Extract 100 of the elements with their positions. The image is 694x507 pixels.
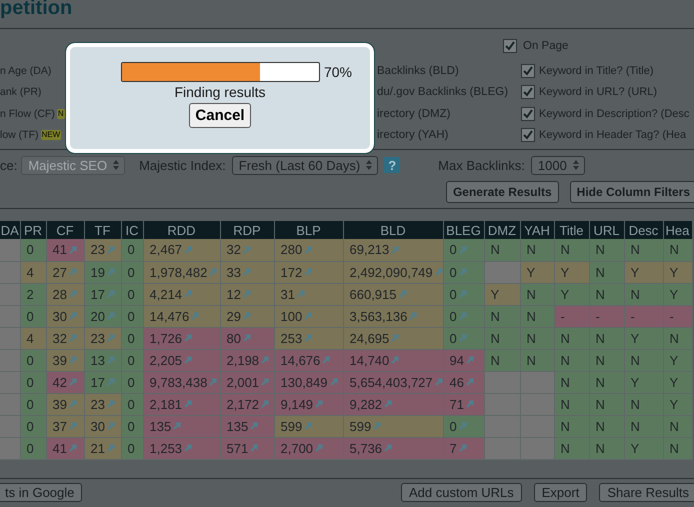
arrow-icon[interactable] [458,444,467,452]
arrow-icon[interactable] [68,334,77,342]
arrow-icon[interactable] [458,246,467,254]
column-header[interactable]: RDP [220,221,274,239]
checkbox[interactable] [521,106,535,121]
cancel-button[interactable]: Cancel [189,103,251,128]
arrow-icon[interactable] [242,246,251,254]
arrow-icon[interactable] [434,268,443,276]
arrow-icon[interactable] [391,246,400,254]
checkbox[interactable] [503,39,517,53]
arrow-icon[interactable] [315,444,324,452]
arrow-icon[interactable] [106,334,115,342]
checkbox[interactable] [521,85,535,100]
arrow-icon[interactable] [398,290,406,298]
arrow-icon[interactable] [242,268,251,276]
arrow-icon[interactable] [384,444,392,452]
arrow-icon[interactable] [173,422,182,430]
arrow-icon[interactable] [391,334,400,342]
help-icon[interactable]: ? [384,157,400,173]
column-header[interactable]: BLP [274,221,343,239]
arrow-icon[interactable] [330,378,338,386]
arrow-icon[interactable] [458,290,467,298]
arrow-icon[interactable] [106,422,115,430]
arrow-icon[interactable] [466,356,474,364]
arrow-icon[interactable] [68,356,77,364]
arrow-icon[interactable] [184,444,192,452]
arrow-icon[interactable] [391,356,400,364]
arrow-icon[interactable] [68,290,77,298]
column-header[interactable]: URL [589,221,624,239]
action-button[interactable]: Export [534,483,588,502]
arrow-icon[interactable] [373,422,382,430]
arrow-icon[interactable] [242,290,251,298]
arrow-icon[interactable] [384,400,392,408]
arrow-icon[interactable] [458,268,467,276]
arrow-icon[interactable] [106,444,115,452]
column-header[interactable]: YAH [520,221,554,239]
checkbox[interactable] [521,64,535,78]
column-header[interactable]: PR [20,221,46,239]
arrow-icon[interactable] [68,400,77,408]
arrow-icon[interactable] [304,246,312,254]
arrow-icon[interactable] [466,400,474,408]
cell-value: 100 [280,308,302,324]
action-button[interactable]: Share Results [599,483,694,502]
arrow-icon[interactable] [184,290,192,298]
arrow-icon[interactable] [106,246,115,254]
arrow-icon[interactable] [242,334,251,342]
column-header[interactable]: CF [46,221,84,239]
arrow-icon[interactable] [106,378,115,386]
column-header[interactable]: Hea [663,221,692,239]
column-header[interactable]: DA [0,221,20,239]
arrow-icon[interactable] [250,444,258,452]
arrow-icon[interactable] [434,378,443,386]
action-button[interactable]: ts in Google [0,483,82,502]
action-button[interactable]: Add custom URLs [401,483,522,502]
arrow-icon[interactable] [296,290,305,298]
action-button[interactable]: Hide Column Filters [570,181,694,203]
arrow-icon[interactable] [184,334,192,342]
column-header[interactable]: BLD [343,221,443,239]
column-header[interactable]: RDD [143,221,220,239]
checkbox[interactable] [521,128,535,142]
arrow-icon[interactable] [106,290,115,298]
arrow-icon[interactable] [68,378,77,386]
arrow-icon[interactable] [458,312,467,320]
arrow-icon[interactable] [68,268,77,276]
arrow-icon[interactable] [106,312,115,320]
action-button[interactable]: Generate Results [446,181,559,203]
arrow-icon[interactable] [68,246,77,254]
arrow-icon[interactable] [209,268,218,276]
arrow-icon[interactable] [261,378,270,386]
arrow-icon[interactable] [209,378,218,386]
column-header[interactable]: BLEG [443,221,484,239]
arrow-icon[interactable] [304,334,312,342]
column-header[interactable]: Desc [624,221,663,239]
arrow-icon[interactable] [68,422,77,430]
column-header[interactable]: IC [121,221,143,239]
arrow-icon[interactable] [68,312,77,320]
arrow-icon[interactable] [106,268,115,276]
arrow-icon[interactable] [466,378,474,386]
arrow-icon[interactable] [191,312,200,320]
arrow-icon[interactable] [184,246,192,254]
arrow-icon[interactable] [304,268,312,276]
arrow-icon[interactable] [242,312,251,320]
column-header[interactable]: Title [554,221,589,239]
arrow-icon[interactable] [261,400,270,408]
arrow-icon[interactable] [322,356,330,364]
arrow-icon[interactable] [458,422,467,430]
arrow-icon[interactable] [315,400,324,408]
arrow-icon[interactable] [409,312,418,320]
arrow-icon[interactable] [458,334,467,342]
arrow-icon[interactable] [184,400,192,408]
column-header[interactable]: TF [84,221,121,239]
arrow-icon[interactable] [304,312,312,320]
arrow-icon[interactable] [250,422,258,430]
column-header[interactable]: DMZ [484,221,520,239]
arrow-icon[interactable] [304,422,312,430]
arrow-icon[interactable] [68,444,77,452]
arrow-icon[interactable] [106,400,115,408]
arrow-icon[interactable] [261,356,270,364]
arrow-icon[interactable] [106,356,115,364]
arrow-icon[interactable] [184,356,192,364]
